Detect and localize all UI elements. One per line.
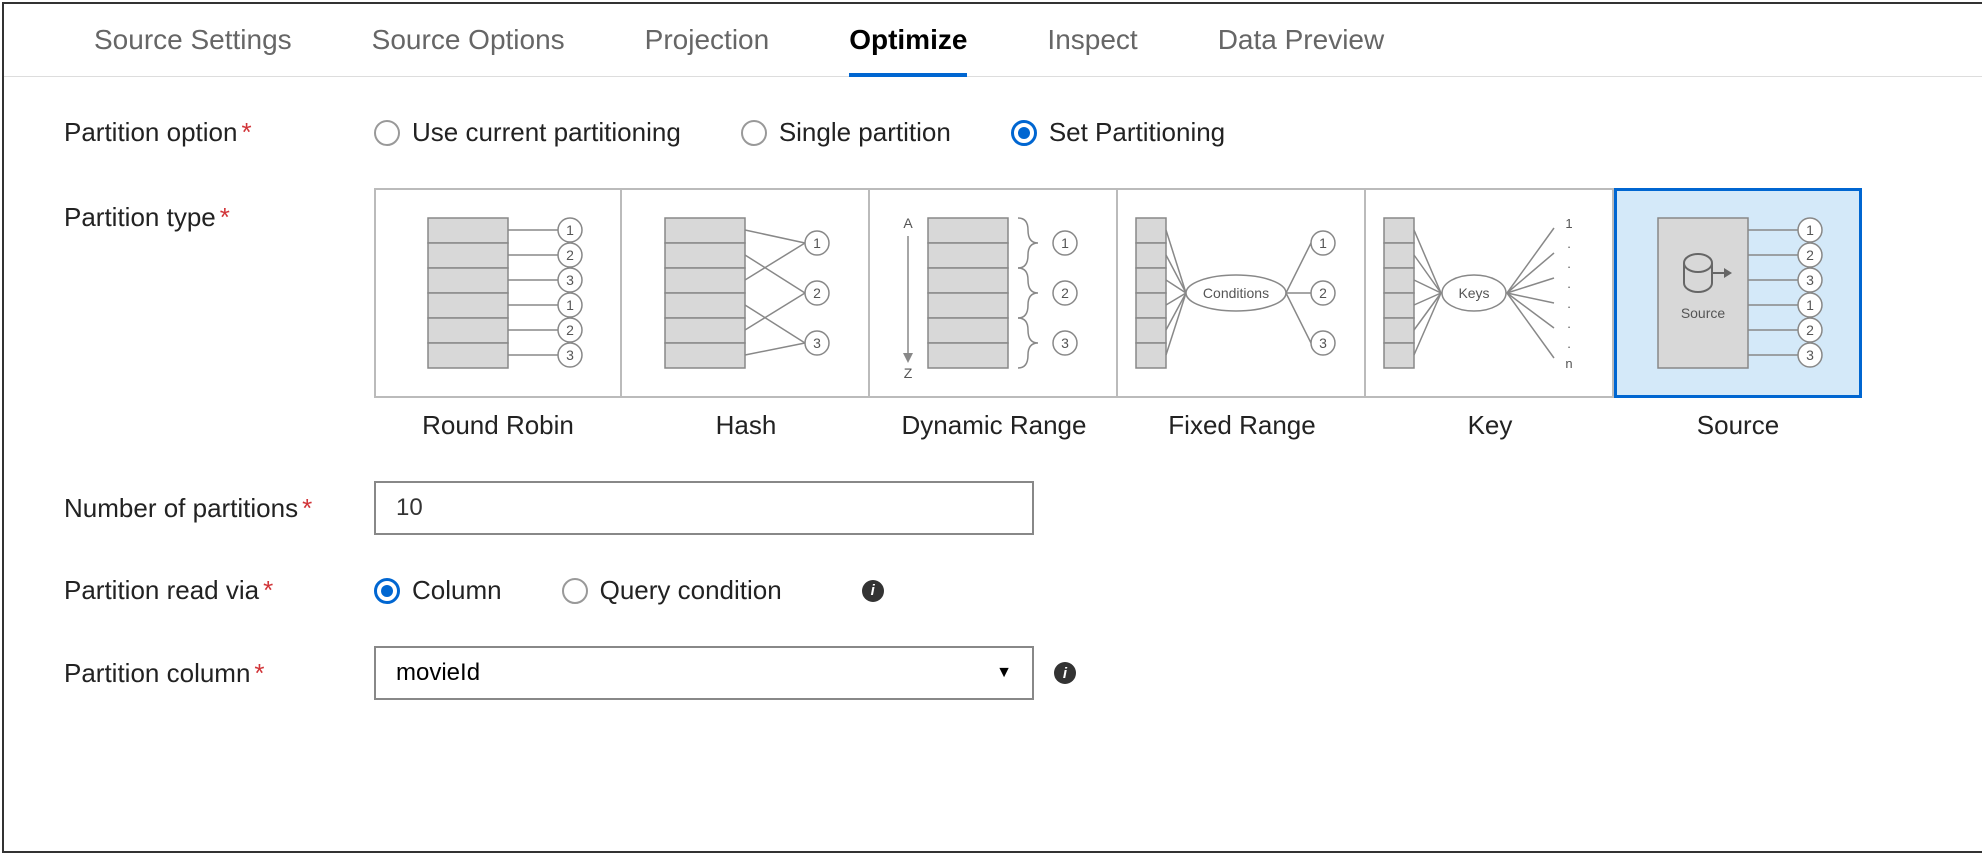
info-icon[interactable]: i: [862, 580, 884, 602]
card-key[interactable]: Keys 1 . . . . .: [1366, 188, 1614, 441]
form-content: Partition option* Use current partitioni…: [4, 77, 1982, 780]
diagram-round-robin: 1 2 3 1 2 3: [398, 208, 598, 378]
dropdown-partition-column[interactable]: movieId ▼: [374, 646, 1034, 700]
info-icon[interactable]: i: [1054, 662, 1076, 684]
svg-text:2: 2: [566, 247, 574, 263]
svg-text:3: 3: [566, 272, 574, 288]
svg-text:Keys: Keys: [1458, 285, 1489, 301]
svg-text:.: .: [1567, 276, 1571, 291]
row-num-partitions: Number of partitions*: [64, 481, 1922, 535]
card-fixed-range[interactable]: Conditions 1 2 3 Fixed Range: [1118, 188, 1366, 441]
diagram-hash: 1 2 3: [645, 208, 845, 378]
svg-text:1: 1: [566, 297, 574, 313]
label-partition-column: Partition column*: [64, 658, 374, 689]
row-partition-type: Partition type*: [64, 188, 1922, 441]
svg-text:.: .: [1567, 336, 1571, 351]
svg-text:Conditions: Conditions: [1203, 285, 1269, 301]
svg-text:Source: Source: [1681, 305, 1726, 321]
svg-text:1: 1: [1806, 222, 1814, 238]
card-hash[interactable]: 1 2 3 Hash: [622, 188, 870, 441]
radio-single-partition[interactable]: Single partition: [741, 117, 951, 148]
tab-projection[interactable]: Projection: [605, 24, 810, 76]
input-num-partitions[interactable]: [374, 481, 1034, 535]
radios-partition-read-via: Column Query condition i: [374, 575, 884, 606]
svg-text:1: 1: [1806, 297, 1814, 313]
svg-text:.: .: [1567, 316, 1571, 331]
svg-text:2: 2: [1319, 285, 1327, 301]
radios-partition-option: Use current partitioning Single partitio…: [374, 117, 1225, 148]
diagram-source: Source 1 2: [1638, 208, 1838, 378]
tab-inspect[interactable]: Inspect: [1007, 24, 1177, 76]
svg-text:A: A: [903, 215, 913, 231]
svg-text:1: 1: [1061, 235, 1069, 251]
row-partition-column: Partition column* movieId ▼ i: [64, 646, 1922, 700]
optimize-panel: Source Settings Source Options Projectio…: [2, 2, 1982, 853]
svg-text:Z: Z: [904, 365, 913, 381]
svg-text:2: 2: [1806, 322, 1814, 338]
svg-text:1: 1: [1565, 216, 1572, 231]
svg-text:2: 2: [1806, 247, 1814, 263]
svg-text:3: 3: [1806, 272, 1814, 288]
radio-query-condition[interactable]: Query condition: [562, 575, 782, 606]
row-partition-read-via: Partition read via* Column Query conditi…: [64, 575, 1922, 606]
card-source[interactable]: Source 1 2: [1614, 188, 1862, 441]
tab-data-preview[interactable]: Data Preview: [1178, 24, 1425, 76]
radio-column[interactable]: Column: [374, 575, 502, 606]
svg-text:2: 2: [1061, 285, 1069, 301]
label-partition-type: Partition type*: [64, 188, 374, 233]
card-round-robin[interactable]: 1 2 3 1 2 3 Round Robin: [374, 188, 622, 441]
svg-text:1: 1: [813, 235, 821, 251]
svg-text:n: n: [1565, 356, 1572, 371]
svg-text:.: .: [1567, 296, 1571, 311]
card-dynamic-range[interactable]: A Z: [870, 188, 1118, 441]
diagram-fixed-range: Conditions 1 2 3: [1131, 208, 1351, 378]
tab-optimize[interactable]: Optimize: [809, 24, 1007, 76]
label-partition-read-via: Partition read via*: [64, 575, 374, 606]
svg-text:1: 1: [566, 222, 574, 238]
svg-text:2: 2: [813, 285, 821, 301]
svg-text:1: 1: [1319, 235, 1327, 251]
tab-bar: Source Settings Source Options Projectio…: [4, 4, 1982, 77]
svg-text:3: 3: [1061, 335, 1069, 351]
svg-text:2: 2: [566, 322, 574, 338]
svg-text:3: 3: [813, 335, 821, 351]
label-partition-option: Partition option*: [64, 117, 374, 148]
chevron-down-icon: ▼: [996, 664, 1012, 682]
radio-set-partitioning[interactable]: Set Partitioning: [1011, 117, 1225, 148]
diagram-dynamic-range: A Z: [893, 208, 1093, 378]
diagram-key: Keys 1 . . . . .: [1379, 208, 1599, 378]
svg-text:3: 3: [1319, 335, 1327, 351]
label-num-partitions: Number of partitions*: [64, 493, 374, 524]
radio-use-current-partitioning[interactable]: Use current partitioning: [374, 117, 681, 148]
partition-type-cards: 1 2 3 1 2 3 Round Robin: [374, 188, 1862, 441]
svg-text:3: 3: [566, 347, 574, 363]
tab-source-settings[interactable]: Source Settings: [54, 24, 332, 76]
tab-source-options[interactable]: Source Options: [332, 24, 605, 76]
svg-text:.: .: [1567, 256, 1571, 271]
svg-text:.: .: [1567, 236, 1571, 251]
row-partition-option: Partition option* Use current partitioni…: [64, 117, 1922, 148]
svg-text:3: 3: [1806, 347, 1814, 363]
